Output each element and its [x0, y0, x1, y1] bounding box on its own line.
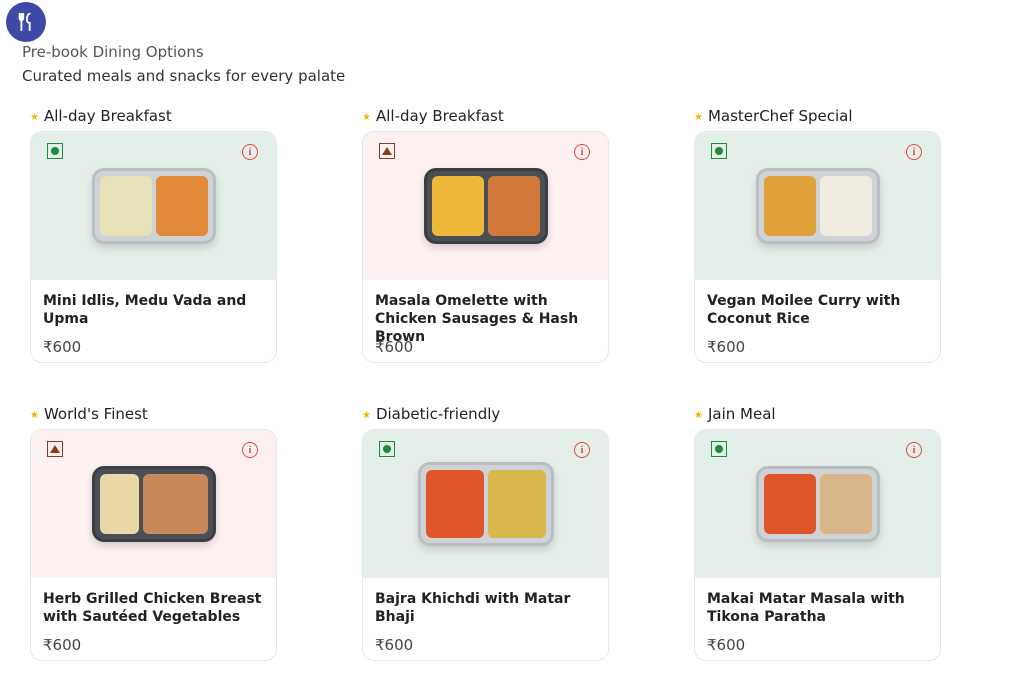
- meal-card[interactable]: i Makai Matar Masala with Tikona Paratha…: [694, 429, 941, 661]
- meal-image: i: [695, 430, 940, 578]
- food-tray-image: [423, 168, 548, 244]
- food-tray-image: [417, 462, 554, 546]
- meal-tag-label: All-day Breakfast: [375, 107, 504, 125]
- meal-card[interactable]: i Bajra Khichdi with Matar Bhaji ₹600: [362, 429, 609, 661]
- meal-card[interactable]: i Masala Omelette with Chicken Sausages …: [362, 131, 609, 363]
- meal-item: ★ Diabetic-friendly i Bajra Khichdi with…: [362, 403, 609, 661]
- food-tray-image: [755, 168, 880, 244]
- info-icon[interactable]: i: [906, 442, 922, 458]
- nonveg-indicator-icon: [379, 143, 395, 159]
- info-icon[interactable]: i: [242, 442, 258, 458]
- meal-item: ★ All-day Breakfast i Mini Idlis, Medu V…: [30, 105, 277, 363]
- star-icon: ★: [362, 410, 371, 421]
- meal-price: ₹600: [707, 338, 746, 356]
- meal-name: Masala Omelette with Chicken Sausages & …: [375, 293, 579, 345]
- nonveg-indicator-icon: [47, 441, 63, 457]
- star-icon: ★: [694, 112, 703, 123]
- veg-indicator-icon: [47, 143, 63, 159]
- meal-price: ₹600: [375, 338, 414, 356]
- meal-price: ₹600: [375, 636, 414, 654]
- star-icon: ★: [694, 410, 703, 421]
- veg-indicator-icon: [379, 441, 395, 457]
- cutlery-icon: [6, 2, 46, 42]
- meal-card[interactable]: i Mini Idlis, Medu Vada and Upma ₹600: [30, 131, 277, 363]
- veg-indicator-icon: [711, 441, 727, 457]
- meal-image: i: [31, 430, 276, 578]
- star-icon: ★: [362, 112, 371, 123]
- meal-tag: ★ MasterChef Special: [694, 105, 941, 127]
- meal-name: Bajra Khichdi with Matar Bhaji: [375, 591, 571, 625]
- meal-image: i: [363, 430, 608, 578]
- meal-tag: ★ All-day Breakfast: [362, 105, 609, 127]
- star-icon: ★: [30, 410, 39, 421]
- food-tray-image: [91, 466, 216, 542]
- meal-tag-label: All-day Breakfast: [43, 107, 172, 125]
- info-icon[interactable]: i: [242, 144, 258, 160]
- meal-grid: ★ All-day Breakfast i Mini Idlis, Medu V…: [30, 105, 941, 661]
- page-subtitle: Curated meals and snacks for every palat…: [22, 67, 346, 85]
- food-tray-image: [91, 168, 216, 244]
- star-icon: ★: [30, 112, 39, 123]
- meal-name: Vegan Moilee Curry with Coconut Rice: [707, 293, 901, 327]
- meal-name: Mini Idlis, Medu Vada and Upma: [43, 293, 247, 327]
- food-tray-image: [755, 466, 880, 542]
- meal-price: ₹600: [707, 636, 746, 654]
- meal-name: Herb Grilled Chicken Breast with Sautéed…: [43, 591, 262, 625]
- meal-tag: ★ World's Finest: [30, 403, 277, 425]
- page-title: Pre-book Dining Options: [22, 43, 204, 61]
- meal-tag-label: World's Finest: [43, 405, 148, 423]
- meal-item: ★ World's Finest i Herb Grilled Chicken …: [30, 403, 277, 661]
- meal-item: ★ All-day Breakfast i Masala Omelette wi…: [362, 105, 609, 363]
- meal-card[interactable]: i Herb Grilled Chicken Breast with Sauté…: [30, 429, 277, 661]
- meal-image: i: [695, 132, 940, 280]
- meal-item: ★ MasterChef Special i Vegan Moilee Curr…: [694, 105, 941, 363]
- meal-item: ★ Jain Meal i Makai Matar Masala with Ti…: [694, 403, 941, 661]
- meal-price: ₹600: [43, 338, 82, 356]
- meal-tag: ★ Jain Meal: [694, 403, 941, 425]
- info-icon[interactable]: i: [574, 442, 590, 458]
- meal-tag-label: Diabetic-friendly: [375, 405, 501, 423]
- veg-indicator-icon: [711, 143, 727, 159]
- meal-card[interactable]: i Vegan Moilee Curry with Coconut Rice ₹…: [694, 131, 941, 363]
- meal-image: i: [363, 132, 608, 280]
- meal-tag-label: Jain Meal: [707, 405, 776, 423]
- info-icon[interactable]: i: [906, 144, 922, 160]
- info-icon[interactable]: i: [574, 144, 590, 160]
- meal-image: i: [31, 132, 276, 280]
- meal-tag: ★ Diabetic-friendly: [362, 403, 609, 425]
- meal-tag: ★ All-day Breakfast: [30, 105, 277, 127]
- meal-price: ₹600: [43, 636, 82, 654]
- meal-name: Makai Matar Masala with Tikona Paratha: [707, 591, 905, 625]
- meal-tag-label: MasterChef Special: [707, 107, 853, 125]
